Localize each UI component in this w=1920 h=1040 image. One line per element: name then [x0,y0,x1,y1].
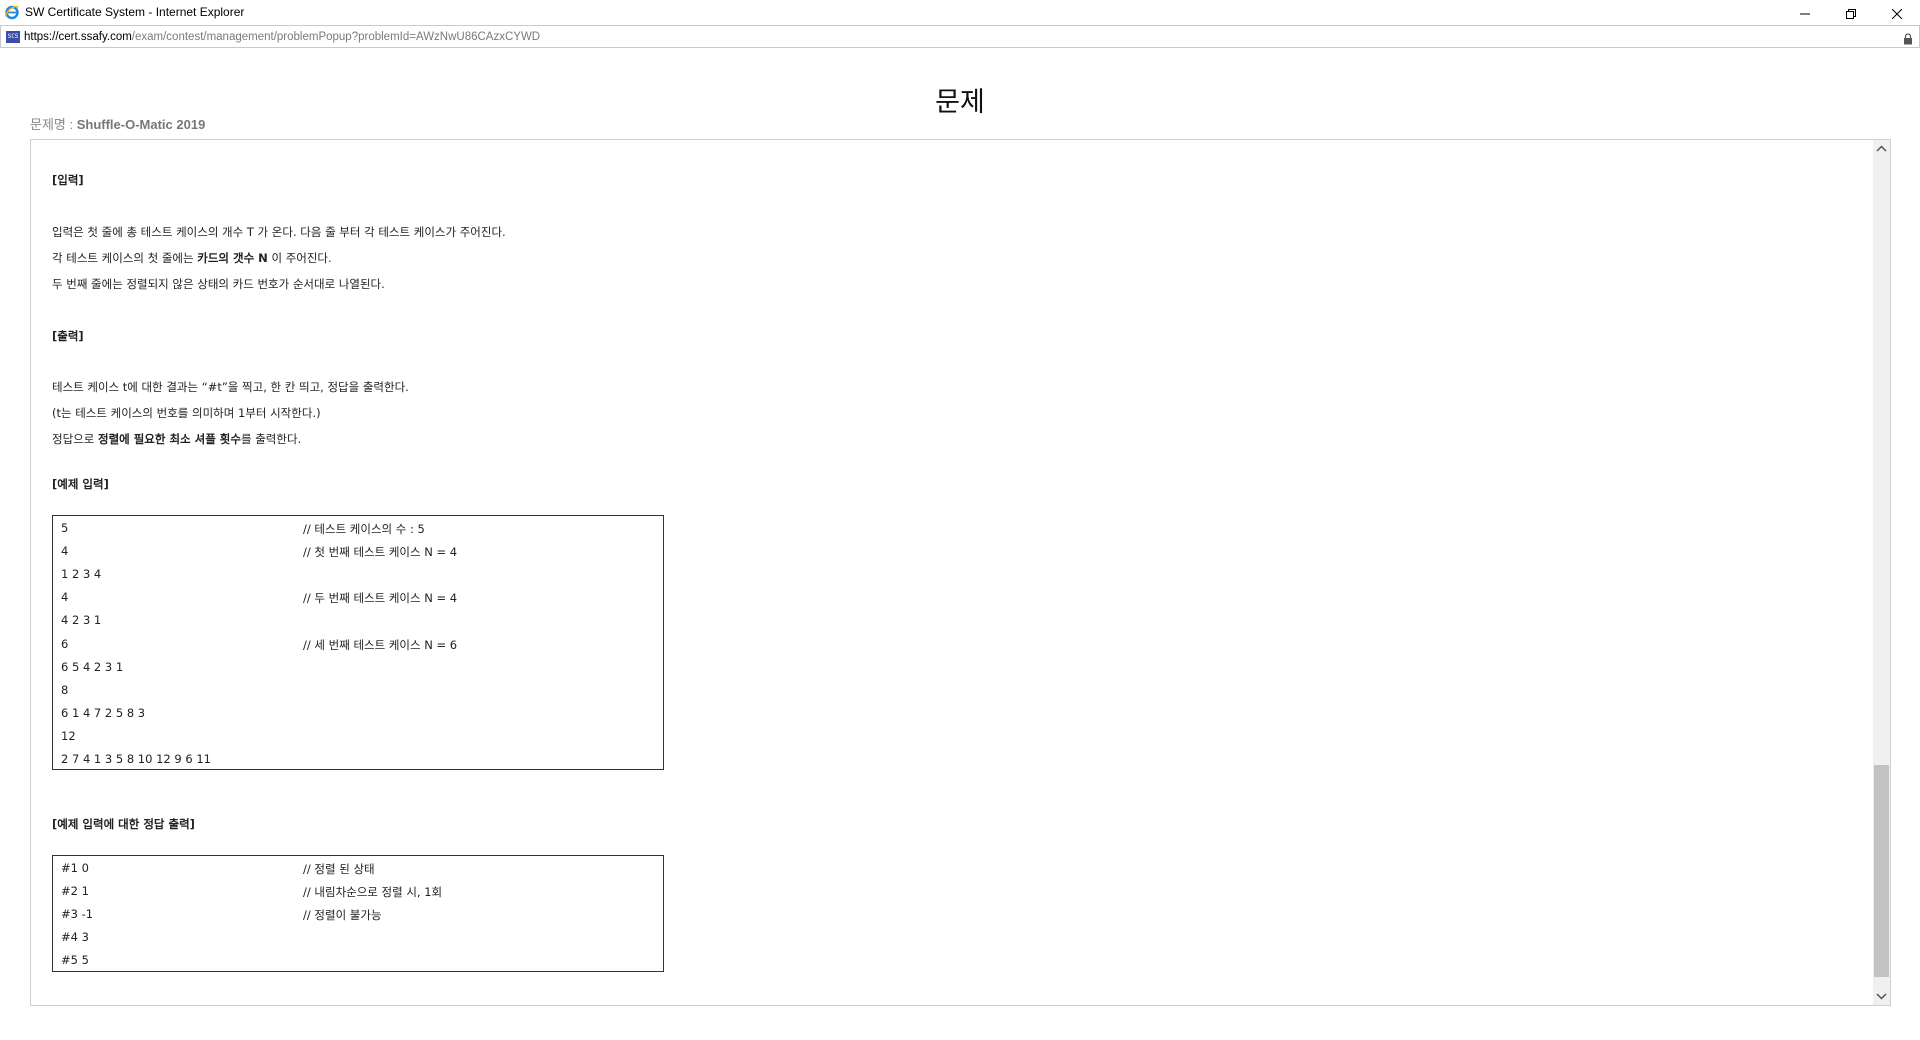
output-heading: [출력] [52,329,84,343]
restore-icon [1846,9,1856,19]
sample-input-row: 2 7 4 1 3 5 8 10 12 9 6 11 [61,752,651,770]
sample-input-value: 2 7 4 1 3 5 8 10 12 9 6 11 [61,752,211,766]
sample-output-row: #1 0 // 정렬 된 상태 [61,861,651,879]
internet-explorer-icon [4,4,20,20]
sample-output-row: #5 5 [61,953,651,971]
problem-name-value: Shuffle-O-Matic 2019 [76,117,206,132]
output-line-3: 정답으로 정렬에 필요한 최소 셔플 횟수를 출력한다. [52,431,301,447]
sample-input-value: 12 [61,728,76,743]
sample-input-row: 4 // 첫 번째 테스트 케이스 N = 4 [61,544,651,562]
sample-output-row: #3 -1 // 정렬이 불가능 [61,907,651,925]
problem-content-frame[interactable]: [입력] 입력은 첫 줄에 총 테스트 케이스의 개수 T 가 온다. 다음 줄… [30,139,1891,1006]
sample-input-heading: [예제 입력] [52,477,109,491]
sample-input-value: 6 1 4 7 2 5 8 3 [61,705,146,720]
input-line-1: 입력은 첫 줄에 총 테스트 케이스의 개수 T 가 온다. 다음 줄 부터 각… [52,225,506,239]
sample-input-row: 4 // 두 번째 테스트 케이스 N = 4 [61,590,651,608]
close-icon [1892,9,1902,19]
window-title-bar[interactable]: SW Certificate System - Internet Explore… [0,0,1920,24]
output-line-3-post: 를 출력한다. [240,432,302,446]
chevron-down-icon [1876,993,1887,1000]
input-line-2-bold: 카드의 갯수 N [197,251,268,265]
sample-output-value: #1 0 [61,861,89,875]
vertical-scrollbar[interactable] [1873,140,1890,1005]
problem-label: 문제명 : [30,117,77,132]
sample-input-row: 6 5 4 2 3 1 [61,660,651,678]
sample-input-value: 4 [61,544,69,559]
sample-output-comment: // 정렬이 불가능 [303,908,382,923]
minimize-button[interactable] [1782,0,1828,28]
sample-input-value: 8 [61,682,69,697]
input-heading: [입력] [52,173,84,187]
sample-input-value: 6 5 4 2 3 1 [61,659,124,674]
sample-output-comment: // 정렬 된 상태 [303,862,375,876]
sample-input-value: 1 2 3 4 [61,567,102,582]
sample-output-box: #1 0 // 정렬 된 상태 #2 1 // 내림차순으로 정렬 시, 1회 #3 -… [52,855,664,972]
sample-input-comment: // 테스트 케이스의 수 : 5 [303,522,425,536]
restore-button[interactable] [1828,0,1874,28]
sample-output-row: #2 1 // 내림차순으로 정렬 시, 1회 [61,884,651,902]
address-bar[interactable]: SCS https://cert.ssafy.com/exam/contest/… [0,25,1920,48]
sample-input-comment: // 세 번째 테스트 케이스 N = 6 [303,637,458,652]
sample-input-row: 6 // 세 번째 테스트 케이스 N = 6 [61,637,651,655]
sample-input-value: 6 [61,636,69,651]
sample-output-comment: // 내림차순으로 정렬 시, 1회 [303,885,443,900]
site-favicon: SCS [6,30,20,43]
input-line-2: 각 테스트 케이스의 첫 줄에는 카드의 갯수 N 이 주어진다. [52,250,332,266]
sample-output-row: #4 3 [61,930,651,948]
sample-input-comment: // 두 번째 테스트 케이스 N = 4 [303,591,458,606]
sample-output-heading: [예제 입력에 대한 정답 출력] [52,817,195,831]
output-line-2: (t는 테스트 케이스의 번호를 의미하며 1부터 시작한다.) [52,406,321,420]
sample-input-value: 4 [61,590,69,605]
sample-output-value: #4 3 [61,930,89,945]
sample-input-row: 4 2 3 1 [61,613,651,631]
output-line-3-pre: 정답으로 [52,432,98,446]
sample-input-row: 6 1 4 7 2 5 8 3 [61,706,651,724]
input-line-3: 두 번째 줄에는 정렬되지 않은 상태의 카드 번호가 순서대로 나열된다. [52,277,385,291]
sample-input-row: 1 2 3 4 [61,567,651,585]
sample-output-value: #5 5 [61,953,89,968]
page-title: 문제 [935,87,985,118]
url-text[interactable]: https://cert.ssafy.com/exam/contest/mana… [24,31,540,43]
scroll-down-button[interactable] [1873,988,1890,1005]
sample-input-comment: // 첫 번째 테스트 케이스 N = 4 [303,545,458,560]
chevron-up-icon [1876,145,1887,152]
sample-input-value: 5 [61,521,69,535]
sample-input-row: 8 [61,683,651,701]
sample-input-value: 4 2 3 1 [61,613,102,628]
sample-input-box: 5 // 테스트 케이스의 수 : 5 4 // 첫 번째 테스트 케이스 N = 4… [52,515,664,770]
scrollbar-thumb[interactable] [1874,765,1889,977]
sample-output-value: #2 1 [61,884,89,899]
scroll-up-button[interactable] [1873,140,1890,157]
url-path: /exam/contest/management/problemPopup?pr… [131,30,541,43]
input-line-2-pre: 각 테스트 케이스의 첫 줄에는 [52,251,198,265]
minimize-icon [1800,13,1810,15]
window-title: SW Certificate System - Internet Explore… [25,5,245,19]
url-host: https://cert.ssafy.com [24,30,132,43]
sample-input-row: 12 [61,729,651,747]
lock-icon[interactable] [1903,30,1913,49]
sample-input-row: 5 // 테스트 케이스의 수 : 5 [61,521,651,539]
output-line-3-bold: 정렬에 필요한 최소 셔플 횟수 [97,432,241,446]
close-button[interactable] [1874,0,1920,28]
output-line-1: 테스트 케이스 t에 대한 결과는 “#t”을 찍고, 한 칸 띄고, 정답을 … [52,380,409,394]
problem-name: 문제명 : Shuffle-O-Matic 2019 [30,114,205,133]
sample-output-value: #3 -1 [61,907,94,922]
input-line-2-post: 이 주어진다. [267,251,332,265]
